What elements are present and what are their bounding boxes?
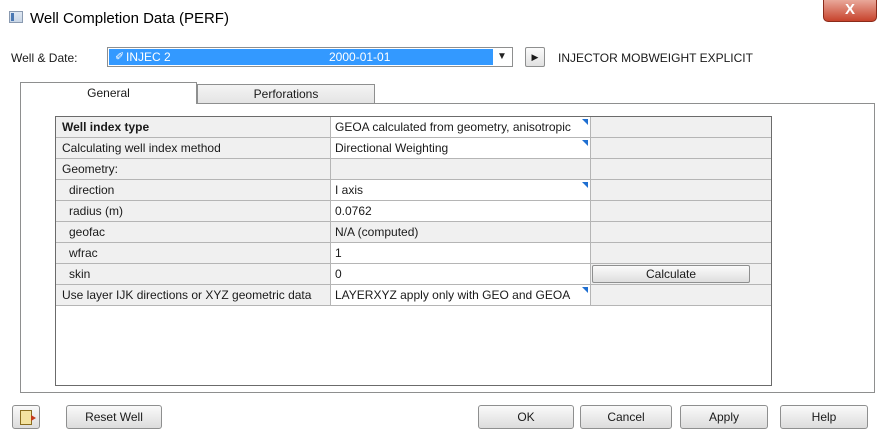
well-date-row: Well & Date: ✐ INJEC 2 2000-01-01 ▼ ▶ IN… [0, 44, 883, 70]
grid-spacer-cell [591, 180, 771, 201]
window-title: Well Completion Data (PERF) [30, 10, 229, 27]
dropdown-marker-icon [582, 287, 588, 293]
grid-spacer-cell [591, 159, 771, 180]
play-right-icon: ▶ [531, 52, 539, 62]
export-button[interactable] [12, 405, 40, 429]
skin-input[interactable]: 0 [331, 264, 591, 285]
help-button[interactable]: Help [780, 405, 868, 429]
general-panel: Well index type GEOA calculated from geo… [20, 103, 875, 393]
grid-spacer-cell [591, 285, 771, 306]
calculate-cell: Calculate [591, 264, 771, 285]
dropdown-marker-icon [582, 140, 588, 146]
ok-button[interactable]: OK [478, 405, 574, 429]
row-label: radius (m) [56, 201, 331, 222]
row-label: skin [56, 264, 331, 285]
dialog-button-bar: Reset Well OK Cancel Apply Help [0, 405, 883, 432]
grid-row-geofac: geofac N/A (computed) [56, 222, 771, 243]
row-label: Geometry: [56, 159, 331, 180]
grid-row-well-index-type: Well index type GEOA calculated from geo… [56, 117, 771, 138]
well-type-text: INJECTOR MOBWEIGHT EXPLICIT [558, 51, 753, 65]
grid-spacer-cell [591, 138, 771, 159]
layer-xyz-select[interactable]: LAYERXYZ apply only with GEO and GEOA [331, 285, 591, 306]
cancel-button[interactable]: Cancel [580, 405, 672, 429]
row-label: Use layer IJK directions or XYZ geometri… [56, 285, 331, 306]
cell-value: Directional Weighting [335, 141, 449, 155]
grid-row-layer-xyz: Use layer IJK directions or XYZ geometri… [56, 285, 771, 306]
wfrac-input[interactable]: 1 [331, 243, 591, 264]
grid-row-geometry: Geometry: [56, 159, 771, 180]
cell-value: GEOA calculated from geometry, anisotrop… [335, 120, 571, 134]
export-document-icon [20, 410, 36, 425]
tab-general[interactable]: General [20, 82, 197, 104]
selected-well-name: INJEC 2 [126, 50, 171, 64]
chevron-down-icon[interactable]: ▼ [494, 48, 510, 66]
close-button[interactable]: X [823, 0, 877, 22]
cell-value: I axis [335, 183, 364, 197]
well-date-label: Well & Date: [11, 51, 78, 65]
dropdown-marker-icon [582, 119, 588, 125]
well-index-grid: Well index type GEOA calculated from geo… [55, 116, 772, 386]
row-label: Well index type [56, 117, 331, 138]
geofac-readonly-value: N/A (computed) [331, 222, 591, 243]
well-pin-icon: ✐ [115, 51, 125, 63]
well-date-dropdown[interactable]: ✐ INJEC 2 2000-01-01 ▼ [107, 47, 513, 67]
tab-perforations[interactable]: Perforations [197, 84, 375, 103]
grid-row-radius: radius (m) 0.0762 [56, 201, 771, 222]
app-icon [9, 11, 23, 23]
title-bar: Well Completion Data (PERF) X [0, 0, 883, 38]
geometry-header-cell [331, 159, 591, 180]
well-index-type-select[interactable]: GEOA calculated from geometry, anisotrop… [331, 117, 591, 138]
row-label: direction [56, 180, 331, 201]
selected-well-date: 2000-01-01 [329, 50, 391, 64]
cell-value: LAYERXYZ apply only with GEO and GEOA [335, 288, 571, 302]
dropdown-marker-icon [582, 182, 588, 188]
reset-well-button[interactable]: Reset Well [66, 405, 162, 429]
grid-spacer-cell [591, 243, 771, 264]
radius-input[interactable]: 0.0762 [331, 201, 591, 222]
grid-row-wfrac: wfrac 1 [56, 243, 771, 264]
grid-row-calc-method: Calculating well index method Directiona… [56, 138, 771, 159]
grid-row-direction: direction I axis [56, 180, 771, 201]
row-label: Calculating well index method [56, 138, 331, 159]
direction-select[interactable]: I axis [331, 180, 591, 201]
grid-spacer-cell [591, 117, 771, 138]
grid-spacer-cell [591, 222, 771, 243]
grid-row-skin: skin 0 Calculate [56, 264, 771, 285]
calc-method-select[interactable]: Directional Weighting [331, 138, 591, 159]
row-label: geofac [56, 222, 331, 243]
apply-button[interactable]: Apply [680, 405, 768, 429]
grid-spacer-cell [591, 201, 771, 222]
calculate-button[interactable]: Calculate [592, 265, 750, 283]
next-well-button[interactable]: ▶ [525, 47, 545, 67]
well-date-selection: ✐ INJEC 2 2000-01-01 [109, 49, 493, 65]
row-label: wfrac [56, 243, 331, 264]
